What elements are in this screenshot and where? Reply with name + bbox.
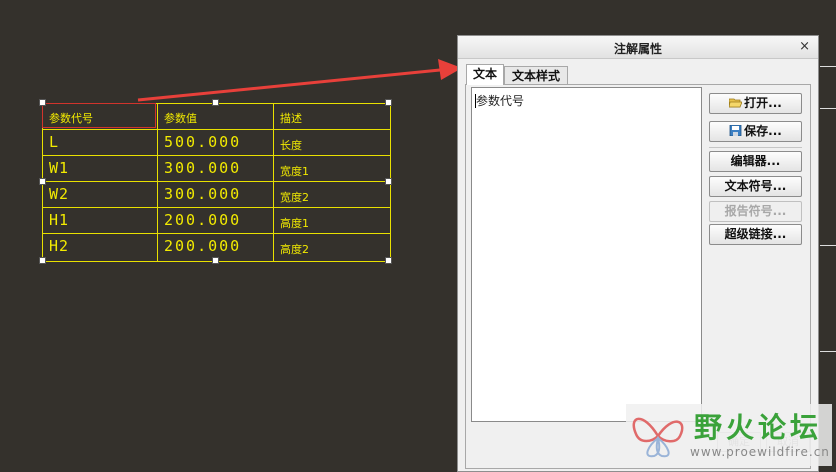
watermark-url: www.proewildfire.cn — [690, 445, 830, 459]
guide-tick — [820, 245, 836, 246]
open-button[interactable]: 打开... — [709, 93, 802, 114]
guide-tick — [820, 351, 836, 352]
button-separator — [709, 147, 802, 148]
save-button-label: 保存... — [744, 124, 782, 138]
watermark-title: 野火论坛 — [694, 411, 823, 444]
report-symbol-button[interactable]: 报告符号... — [709, 201, 802, 222]
guide-tick — [820, 66, 836, 67]
dialog-title: 注解属性 — [613, 42, 662, 56]
note-text-content: 参数代号 — [476, 94, 525, 108]
open-button-label: 打开... — [744, 96, 782, 110]
text-symbol-button[interactable]: 文本符号... — [709, 176, 802, 197]
save-button[interactable]: 保存... — [709, 121, 802, 142]
close-icon[interactable]: × — [799, 39, 810, 54]
tab-text[interactable]: 文本 — [466, 64, 504, 85]
butterfly-logo-icon — [632, 417, 684, 458]
editor-button[interactable]: 编辑器... — [709, 151, 802, 172]
forum-watermark: 野火论坛 www.proewildfire.cn — [626, 404, 832, 466]
floppy-disk-icon — [729, 123, 742, 137]
tab-text-style[interactable]: 文本样式 — [504, 66, 568, 85]
note-text-input[interactable]: 参数代号 — [471, 87, 702, 422]
folder-open-icon — [728, 95, 743, 108]
guide-tick — [820, 108, 836, 109]
dialog-titlebar[interactable]: 注解属性 × — [458, 36, 818, 59]
hyperlink-button[interactable]: 超级链接... — [709, 224, 802, 245]
